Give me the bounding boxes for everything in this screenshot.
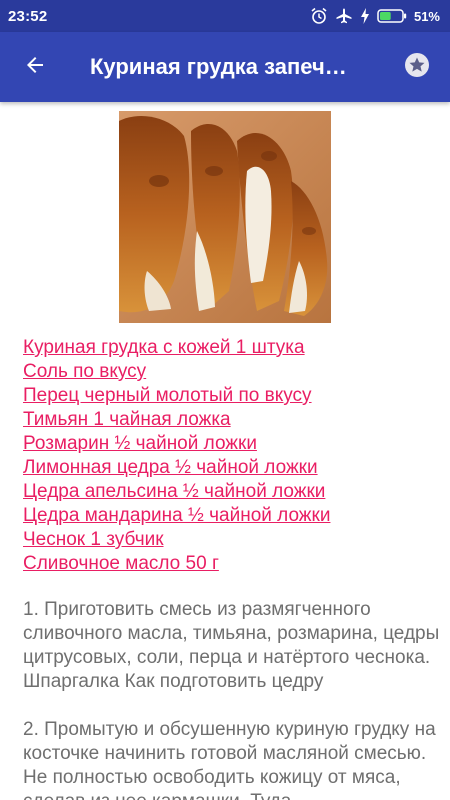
star-icon [404, 52, 430, 83]
arrow-back-icon [23, 53, 47, 82]
ingredient-link[interactable]: Соль по вкусу [23, 360, 438, 384]
page-title: Куриная грудка запеч… [90, 54, 347, 79]
recipe-photo [119, 111, 331, 323]
status-bar: 23:52 51% [0, 0, 450, 32]
battery-icon [377, 8, 407, 24]
favorite-button[interactable] [384, 32, 450, 102]
recipe-content: Куриная грудка с кожей 1 штука Соль по в… [0, 102, 450, 800]
ingredient-link[interactable]: Лимонная цедра ½ чайной ложки [23, 456, 438, 480]
status-time: 23:52 [8, 7, 48, 25]
ingredient-link[interactable]: Сливочное масло 50 г [23, 552, 438, 576]
airplane-mode-icon [335, 7, 353, 25]
ingredient-link[interactable]: Цедра апельсина ½ чайной ложки [23, 480, 438, 504]
step-text: 2. Промытую и обсушенную куриную грудку … [23, 719, 436, 800]
ingredients-list: Куриная грудка с кожей 1 штука Соль по в… [23, 336, 438, 576]
ingredient-link[interactable]: Цедра мандарина ½ чайной ложки [23, 504, 438, 528]
back-button[interactable] [0, 32, 70, 102]
alarm-icon [310, 7, 328, 25]
recipe-steps: 1. Приготовить смесь из размягченного сл… [23, 598, 441, 800]
ingredient-link[interactable]: Розмарин ½ чайной ложки [23, 432, 438, 456]
ingredient-link[interactable]: Куриная грудка с кожей 1 штука [23, 336, 438, 360]
charging-icon [360, 8, 370, 24]
battery-percent: 51% [413, 8, 440, 24]
app-bar: Куриная грудка запеч… [0, 32, 450, 102]
ingredient-link[interactable]: Чеснок 1 зубчик [23, 528, 438, 552]
step-text: 1. Приготовить смесь из размягченного сл… [23, 599, 440, 692]
ingredient-link[interactable]: Перец черный молотый по вкусу [23, 384, 438, 408]
ingredient-link[interactable]: Тимьян 1 чайная ложка [23, 408, 438, 432]
status-icons: 51% [310, 7, 440, 25]
